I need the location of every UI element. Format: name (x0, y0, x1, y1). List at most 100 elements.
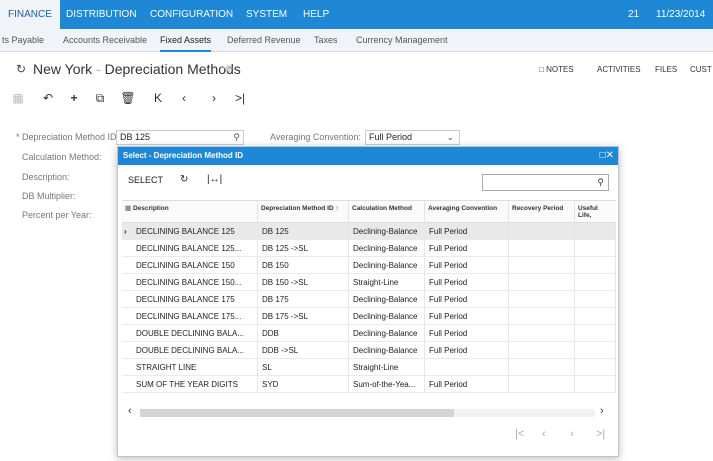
table-row[interactable]: DOUBLE DECLINING BALA... DDB Declining-Bal… (122, 325, 616, 342)
cell-averaging-convention: Full Period (425, 376, 509, 393)
first-record-icon[interactable]: K (150, 90, 166, 106)
cell-method-id: DDB ->SL (258, 342, 349, 359)
cell-useful-life (575, 359, 616, 376)
search-icon[interactable]: ⚲ (233, 131, 240, 144)
cell-description: DECLINING BALANCE 125 (132, 223, 258, 240)
col-depreciation-method-id[interactable]: Depreciation Method ID ↑ (258, 201, 349, 223)
table-row[interactable]: DECLINING BALANCE 175... DB 175 ->SL Decli… (122, 308, 616, 325)
cell-recovery-period (509, 342, 575, 359)
cell-calculation-method: Straight-Line (349, 274, 425, 291)
cell-useful-life (575, 223, 616, 240)
col-useful-life[interactable]: Useful Life, (575, 201, 616, 223)
table-row[interactable]: DECLINING BALANCE 125... DB 125 ->SL Decli… (122, 240, 616, 257)
select-button[interactable]: SELECT (128, 175, 163, 185)
last-record-icon[interactable]: >| (232, 90, 248, 106)
depreciation-method-id-label: * Depreciation Method ID: (16, 132, 120, 142)
nav-tab-system[interactable]: SYSTEM (246, 0, 287, 29)
dialog-title-bar: Select - Depreciation Method ID □✕ (118, 147, 618, 165)
pager-next-icon[interactable]: › (570, 428, 574, 440)
depreciation-method-id-field[interactable]: DB 125 ⚲ (116, 130, 244, 145)
table-row[interactable]: SUM OF THE YEAR DIGITS SYD Sum-of-the-Yea.… (122, 376, 616, 393)
nav-tab-finance[interactable]: FINANCE (0, 0, 60, 29)
subnav-fixed-assets[interactable]: Fixed Assets (160, 29, 212, 52)
cell-averaging-convention: Full Period (425, 274, 509, 291)
refresh-icon[interactable]: ↻ (180, 174, 188, 185)
page-title-bar: ↻ New York - Depreciation Methods ★ □ NO… (0, 53, 713, 85)
cell-calculation-method: Declining-Balance (349, 240, 425, 257)
cell-description: DOUBLE DECLINING BALA... (132, 325, 258, 342)
subnav-currency-management[interactable]: Currency Management (356, 29, 448, 52)
table-row[interactable]: DOUBLE DECLINING BALA... DDB ->SL Declinin… (122, 342, 616, 359)
customization-link[interactable]: CUST (690, 65, 712, 74)
activities-link[interactable]: ACTIVITIES (597, 65, 641, 74)
table-row[interactable]: DECLINING BALANCE 150... DB 150 ->SL Strai… (122, 274, 616, 291)
business-date[interactable]: 11/23/2014 (656, 0, 705, 29)
pager-previous-icon[interactable]: ‹ (542, 428, 546, 440)
subnav-accounts-receivable[interactable]: Accounts Receivable (63, 29, 147, 52)
notes-link[interactable]: □ NOTES (539, 65, 574, 74)
description-label: Description: (22, 172, 70, 182)
col-description[interactable]: ▦ Description (122, 201, 258, 223)
cell-recovery-period (509, 376, 575, 393)
subnav-deferred-revenue[interactable]: Deferred Revenue (227, 29, 301, 52)
scroll-left-icon[interactable]: ‹ (128, 405, 132, 417)
cell-calculation-method: Straight-Line (349, 359, 425, 376)
favorite-star-icon[interactable]: ★ (222, 61, 234, 77)
cell-useful-life (575, 274, 616, 291)
scroll-thumb[interactable] (140, 409, 454, 417)
previous-record-icon[interactable]: ‹ (176, 90, 192, 106)
col-calculation-method[interactable]: Calculation Method (349, 201, 425, 223)
cell-method-id: DB 175 (258, 291, 349, 308)
table-row[interactable]: DECLINING BALANCE 175 DB 175 Declining-Bal… (122, 291, 616, 308)
lookup-grid: ▦ Description Depreciation Method ID ↑ C… (122, 200, 616, 405)
subnav-taxes[interactable]: Taxes (314, 29, 338, 52)
averaging-convention-select[interactable]: Full Period ⌄ (365, 130, 460, 145)
cell-useful-life (575, 240, 616, 257)
cell-recovery-period (509, 291, 575, 308)
next-record-icon[interactable]: › (206, 90, 222, 106)
depreciation-method-id-value: DB 125 (120, 132, 151, 142)
nav-tab-configuration[interactable]: CONFIGURATION (150, 0, 233, 29)
nav-tab-distribution[interactable]: DISTRIBUTION (66, 0, 137, 29)
cell-calculation-method: Declining-Balance (349, 342, 425, 359)
copy-paste-icon[interactable]: ⧉ (92, 90, 108, 106)
maximize-close-icon[interactable]: □✕ (600, 147, 614, 165)
nav-tab-help[interactable]: HELP (303, 0, 329, 29)
cell-useful-life (575, 257, 616, 274)
cell-averaging-convention: Full Period (425, 342, 509, 359)
dialog-search-input[interactable]: ⚲ (482, 174, 609, 191)
db-multiplier-label: DB Multiplier: (22, 191, 76, 201)
col-recovery-period[interactable]: Recovery Period (509, 201, 575, 223)
fit-columns-icon[interactable]: |↔| (207, 174, 222, 185)
cell-description: DECLINING BALANCE 175 (132, 291, 258, 308)
cell-calculation-method: Declining-Balance (349, 308, 425, 325)
refresh-icon[interactable]: ↻ (16, 62, 26, 76)
table-row[interactable]: STRAIGHT LINE SL Straight-Line (122, 359, 616, 376)
row-selector-icon: › (124, 227, 127, 236)
averaging-convention-label: Averaging Convention: (270, 132, 361, 142)
cell-averaging-convention: Full Period (425, 240, 509, 257)
save-icon[interactable]: ▦ (10, 90, 26, 106)
table-row[interactable]: DECLINING BALANCE 150 DB 150 Declining-Bal… (122, 257, 616, 274)
col-averaging-convention[interactable]: Averaging Convention (425, 201, 509, 223)
cell-recovery-period (509, 257, 575, 274)
table-row[interactable]: › DECLINING BALANCE 125 DB 125 Declining-Ba… (122, 223, 616, 240)
pager-last-icon[interactable]: >| (596, 428, 605, 440)
pager-first-icon[interactable]: |< (515, 428, 524, 440)
delete-icon[interactable]: 🗑 (120, 90, 136, 106)
add-icon[interactable]: + (66, 90, 82, 106)
cell-useful-life (575, 342, 616, 359)
top-nav: FINANCE DISTRIBUTION CONFIGURATION SYSTE… (0, 0, 713, 29)
cell-method-id: DB 125 (258, 223, 349, 240)
subnav-accounts-payable[interactable]: ts Payable (2, 29, 44, 52)
horizontal-scrollbar[interactable]: ‹ › (126, 405, 610, 419)
undo-icon[interactable]: ↶ (40, 90, 56, 106)
module-subnav: ts Payable Accounts Receivable Fixed Ass… (0, 29, 713, 52)
cell-method-id: DDB (258, 325, 349, 342)
cell-useful-life (575, 325, 616, 342)
cell-useful-life (575, 291, 616, 308)
files-link[interactable]: FILES (655, 65, 677, 74)
scroll-right-icon[interactable]: › (600, 405, 604, 417)
search-icon[interactable]: ⚲ (597, 177, 604, 188)
notification-count[interactable]: 21 (628, 0, 639, 29)
